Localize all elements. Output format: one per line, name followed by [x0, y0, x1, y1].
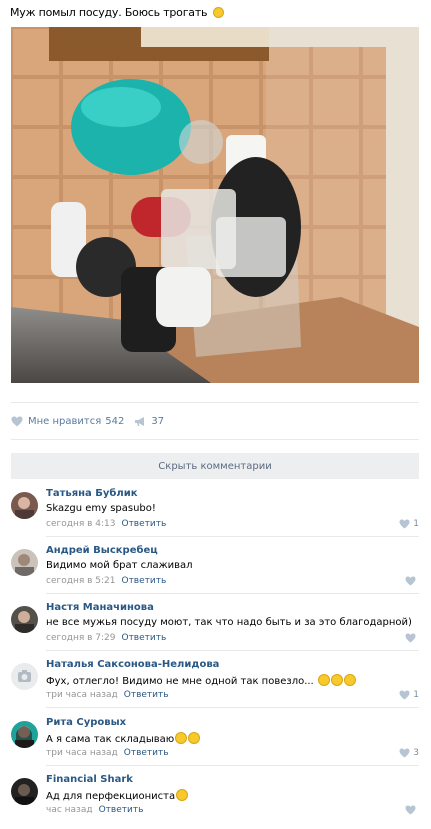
comment-text-content: Фух, отлегло! Видимо не мне одной так по…: [46, 676, 314, 687]
comment-meta: три часа назад Ответить: [46, 690, 169, 700]
comment-like-count: 3: [413, 748, 419, 758]
post-photo[interactable]: [11, 27, 419, 383]
comment-divider: [46, 650, 419, 651]
heart-icon: [11, 416, 23, 426]
comment-divider: [46, 593, 419, 594]
comment-text: Skazgu emy spasubo!: [46, 503, 156, 514]
comment-author[interactable]: Андрей Выскребец: [46, 545, 158, 556]
comment-text: Видимо мой брат слаживал: [46, 560, 193, 571]
comment-item: Настя Маначинова не все мужья посуду мою…: [11, 602, 419, 651]
heart-icon: [399, 690, 410, 700]
comment-item: Андрей Выскребец Видимо мой брат слажива…: [11, 545, 419, 594]
comment-text: Фух, отлегло! Видимо не мне одной так по…: [46, 674, 356, 687]
comment-author[interactable]: Financial Shark: [46, 774, 133, 785]
comment-author[interactable]: Татьяна Бублик: [46, 488, 138, 499]
laughing-emoji-icon: [317, 674, 330, 686]
heart-icon: [399, 519, 410, 529]
comment-item: Татьяна Бублик Skazgu emy spasubo! сегод…: [11, 488, 419, 537]
comment-meta: час назад Ответить: [46, 805, 143, 815]
post-text-content: Муж помыл посуду. Боюсь трогать: [10, 6, 208, 19]
laughing-emoji-icon: [330, 674, 343, 686]
reply-button[interactable]: Ответить: [121, 576, 166, 586]
comment-like-count: 1: [413, 690, 419, 700]
comment-item: Рита Суровых А я сама так складываю три …: [11, 717, 419, 766]
share-count: 37: [151, 415, 165, 427]
comment-author[interactable]: Наталья Саксонова-Нелидова: [46, 659, 219, 670]
heart-icon: [399, 748, 410, 758]
divider-top: [11, 402, 419, 403]
comment-text-content: А я сама так складываю: [46, 734, 175, 745]
share-button[interactable]: 37: [134, 416, 164, 427]
like-count: 542: [105, 415, 125, 427]
comment-text: не все мужья посуду моют, так что надо б…: [46, 617, 412, 628]
avatar[interactable]: [11, 606, 38, 633]
comment-time[interactable]: три часа назад: [46, 690, 118, 700]
avatar[interactable]: [11, 778, 38, 805]
comment-meta: сегодня в 4:13 Ответить: [46, 519, 166, 529]
comment-item: Financial Shark Ад для перфекциониста ча…: [11, 774, 419, 822]
avatar[interactable]: [11, 721, 38, 748]
comment-time[interactable]: сегодня в 7:29: [46, 633, 115, 643]
reply-button[interactable]: Ответить: [124, 748, 169, 758]
comment-like-button[interactable]: 1: [399, 519, 419, 529]
comment-meta: три часа назад Ответить: [46, 748, 169, 758]
comment-like-button[interactable]: 3: [399, 748, 419, 758]
laughing-emoji-icon: [343, 674, 356, 686]
avatar[interactable]: [11, 663, 38, 690]
comment-text-content: Ад для перфекциониста: [46, 791, 176, 802]
comment-divider: [46, 707, 419, 708]
reply-button[interactable]: Ответить: [124, 690, 169, 700]
heart-icon: [405, 805, 416, 815]
comment-time[interactable]: сегодня в 5:21: [46, 576, 115, 586]
divider-bottom: [11, 439, 419, 440]
like-label: Мне нравится: [28, 415, 102, 427]
heart-icon: [405, 633, 416, 643]
comment-like-count: 1: [413, 519, 419, 529]
laughing-emoji-icon: [212, 7, 224, 18]
screaming-emoji-icon: [176, 789, 189, 801]
post-actions: Мне нравится 542 37: [11, 413, 174, 429]
comment-author[interactable]: Рита Суровых: [46, 717, 126, 728]
comment-divider: [46, 536, 419, 537]
comment-divider: [46, 765, 419, 766]
heart-icon: [405, 576, 416, 586]
comment-time[interactable]: час назад: [46, 805, 93, 815]
hide-comments-button[interactable]: Скрыть комментарии: [11, 453, 419, 479]
comment-like-button[interactable]: [405, 805, 419, 815]
reply-button[interactable]: Ответить: [99, 805, 144, 815]
comment-meta: сегодня в 7:29 Ответить: [46, 633, 166, 643]
comment-meta: сегодня в 5:21 Ответить: [46, 576, 166, 586]
comment-text: Ад для перфекциониста: [46, 789, 189, 802]
comment-time[interactable]: три часа назад: [46, 748, 118, 758]
post-text: Муж помыл посуду. Боюсь трогать: [10, 6, 224, 19]
avatar[interactable]: [11, 549, 38, 576]
laughing-emoji-icon: [175, 732, 188, 744]
comment-author[interactable]: Настя Маначинова: [46, 602, 154, 613]
comment-like-button[interactable]: [405, 633, 419, 643]
megaphone-icon: [135, 416, 145, 426]
reply-button[interactable]: Ответить: [121, 519, 166, 529]
avatar[interactable]: [11, 492, 38, 519]
like-button[interactable]: Мне нравится 542: [11, 416, 124, 427]
comment-like-button[interactable]: [405, 576, 419, 586]
comment-time[interactable]: сегодня в 4:13: [46, 519, 115, 529]
reply-button[interactable]: Ответить: [121, 633, 166, 643]
laughing-emoji-icon: [188, 732, 201, 744]
comment-text: А я сама так складываю: [46, 732, 201, 745]
comment-like-button[interactable]: 1: [399, 690, 419, 700]
comment-item: Наталья Саксонова-Нелидова Фух, отлегло!…: [11, 659, 419, 708]
